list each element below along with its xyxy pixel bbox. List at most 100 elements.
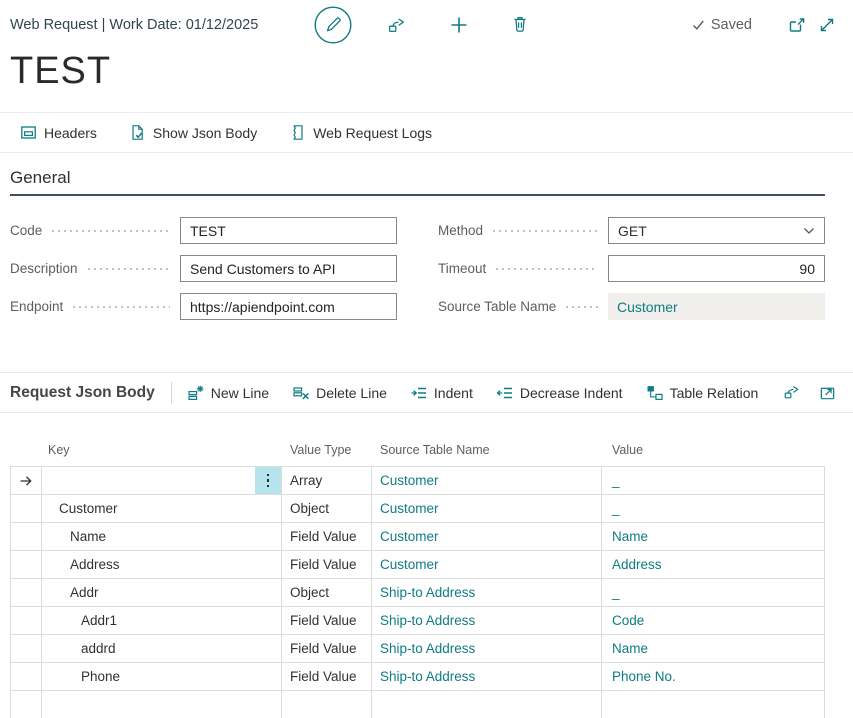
description-input[interactable] bbox=[180, 255, 397, 282]
cell-value: Code bbox=[602, 607, 825, 634]
cell-key[interactable]: Name bbox=[42, 523, 282, 550]
popout-icon[interactable] bbox=[787, 16, 807, 35]
cell-context-menu[interactable] bbox=[255, 467, 281, 494]
endpoint-label: Endpoint bbox=[10, 299, 63, 314]
edit-pencil-icon[interactable] bbox=[314, 6, 352, 44]
decrease-indent-icon bbox=[496, 384, 514, 402]
decrease-indent-button[interactable]: Decrease Indent bbox=[496, 384, 623, 402]
source-table-name-column-header: Source Table Name bbox=[372, 443, 602, 457]
delete-icon[interactable] bbox=[510, 14, 530, 35]
action-show-json-body[interactable]: Show Json Body bbox=[129, 124, 257, 141]
field-code: Code bbox=[10, 217, 397, 244]
source-table-link[interactable]: Customer bbox=[380, 557, 439, 572]
value-link[interactable]: Name bbox=[612, 529, 648, 544]
row-selector[interactable] bbox=[10, 635, 42, 662]
delete-line-button[interactable]: Delete Line bbox=[292, 384, 387, 402]
row-selector[interactable] bbox=[10, 579, 42, 606]
field-endpoint: Endpoint bbox=[10, 293, 397, 320]
indent-label: Indent bbox=[434, 385, 473, 401]
endpoint-input[interactable] bbox=[180, 293, 397, 320]
delete-line-label: Delete Line bbox=[316, 385, 387, 401]
cell-key[interactable]: Addr bbox=[42, 579, 282, 606]
new-line-button[interactable]: New Line bbox=[187, 384, 269, 402]
cell-value-type[interactable]: Array bbox=[282, 467, 372, 494]
action-show-json-body-label: Show Json Body bbox=[153, 125, 257, 141]
resize-icon[interactable] bbox=[817, 16, 837, 35]
cell-key[interactable]: Customer bbox=[42, 495, 282, 522]
action-headers-label: Headers bbox=[44, 125, 97, 141]
action-bar: Headers Show Json Body Web Request Logs bbox=[0, 112, 853, 153]
cell-value-type[interactable]: Object bbox=[282, 579, 372, 606]
value-link[interactable]: Phone No. bbox=[612, 669, 676, 684]
form-window-icon bbox=[20, 124, 37, 141]
save-status-label: Saved bbox=[711, 17, 752, 33]
cell-value: Name bbox=[602, 523, 825, 550]
dotted-leader bbox=[50, 230, 170, 232]
page-caption: Web Request | Work Date: 01/12/2025 bbox=[10, 0, 258, 50]
cell-value: _ bbox=[602, 579, 825, 606]
source-table-link[interactable]: Ship-to Address bbox=[380, 585, 475, 600]
table-relation-button[interactable]: Table Relation bbox=[646, 384, 759, 402]
row-selector[interactable] bbox=[10, 607, 42, 634]
cell-value-type[interactable]: Field Value bbox=[282, 663, 372, 690]
value-link[interactable]: _ bbox=[612, 585, 620, 600]
table-row: NameField ValueCustomerName bbox=[10, 522, 825, 550]
cell-source-table: Customer bbox=[372, 495, 602, 522]
key-text: Address bbox=[42, 557, 120, 572]
grid-header: Key Value Type Source Table Name Value bbox=[10, 413, 825, 466]
cell-key[interactable]: Addr1 bbox=[42, 607, 282, 634]
description-label: Description bbox=[10, 261, 78, 276]
code-input[interactable] bbox=[180, 217, 397, 244]
source-table-link[interactable]: Customer bbox=[380, 501, 439, 516]
add-icon[interactable] bbox=[448, 14, 470, 36]
code-label: Code bbox=[10, 223, 42, 238]
indent-icon bbox=[410, 384, 428, 402]
indent-button[interactable]: Indent bbox=[410, 384, 473, 402]
timeout-input[interactable] bbox=[608, 255, 825, 282]
cell-key[interactable]: Address bbox=[42, 551, 282, 578]
source-table-link[interactable]: Ship-to Address bbox=[380, 641, 475, 656]
dotted-leader bbox=[491, 230, 598, 232]
part-popout-icon[interactable] bbox=[818, 384, 837, 402]
grid-body: ArrayCustomer_CustomerObjectCustomer_Nam… bbox=[10, 466, 825, 718]
cell-value-type[interactable]: Field Value bbox=[282, 635, 372, 662]
request-json-body-toolbar: Request Json Body New Line Delete Line bbox=[0, 372, 853, 413]
action-web-request-logs[interactable]: Web Request Logs bbox=[289, 124, 432, 141]
row-selector[interactable] bbox=[10, 663, 42, 690]
method-dropdown[interactable]: GET bbox=[608, 217, 825, 244]
method-label: Method bbox=[438, 223, 483, 238]
save-status: Saved bbox=[692, 0, 752, 50]
row-selector[interactable] bbox=[10, 523, 42, 550]
cell-value-type[interactable]: Object bbox=[282, 495, 372, 522]
cell-key[interactable]: addrd bbox=[42, 635, 282, 662]
cell-value-type[interactable]: Field Value bbox=[282, 523, 372, 550]
part-share-icon[interactable] bbox=[782, 383, 801, 402]
dotted-leader bbox=[86, 268, 170, 270]
source-table-link[interactable]: Ship-to Address bbox=[380, 669, 475, 684]
source-table-link[interactable]: Ship-to Address bbox=[380, 613, 475, 628]
source-table-link[interactable]: Customer bbox=[380, 473, 439, 488]
row-selector-current[interactable] bbox=[10, 467, 42, 494]
dotted-leader bbox=[564, 306, 598, 308]
field-source-table-name: Source Table Name Customer bbox=[438, 293, 825, 320]
cell-value-type[interactable]: Field Value bbox=[282, 551, 372, 578]
cell-source-table: Ship-to Address bbox=[372, 663, 602, 690]
row-selector[interactable] bbox=[10, 551, 42, 578]
value-link[interactable]: Name bbox=[612, 641, 648, 656]
value-link[interactable]: Address bbox=[612, 557, 662, 572]
value-link[interactable]: _ bbox=[612, 473, 620, 488]
cell-value-type[interactable]: Field Value bbox=[282, 607, 372, 634]
source-table-link[interactable]: Customer bbox=[380, 529, 439, 544]
field-timeout: Timeout bbox=[438, 255, 825, 282]
field-description: Description bbox=[10, 255, 397, 282]
row-selector[interactable] bbox=[10, 495, 42, 522]
cell-source-table: Customer bbox=[372, 523, 602, 550]
value-link[interactable]: _ bbox=[612, 501, 620, 516]
value-link[interactable]: Code bbox=[612, 613, 644, 628]
cell-key[interactable]: Phone bbox=[42, 663, 282, 690]
action-headers[interactable]: Headers bbox=[20, 124, 97, 141]
share-icon[interactable] bbox=[386, 15, 407, 36]
key-text: Addr1 bbox=[42, 613, 117, 628]
cell-key[interactable] bbox=[42, 467, 282, 494]
table-row: addrdField Value Ship-to Address Name bbox=[10, 634, 825, 662]
